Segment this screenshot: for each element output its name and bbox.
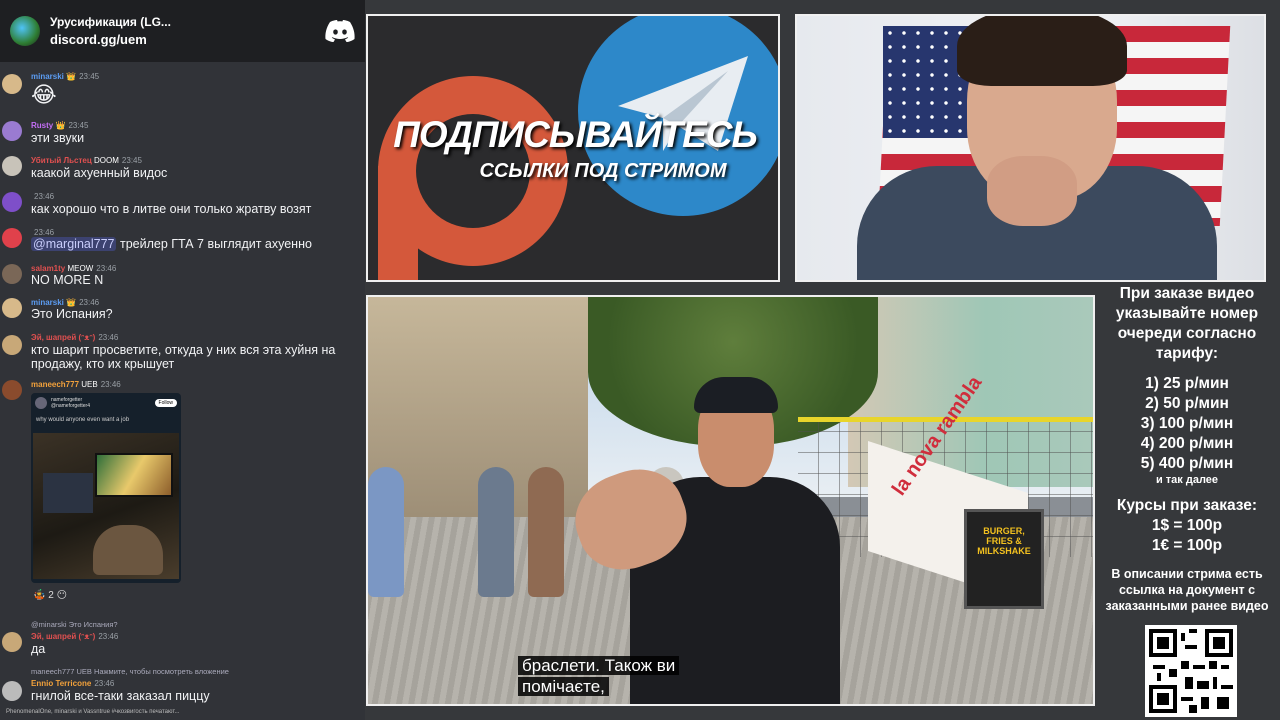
avatar (2, 335, 22, 355)
promo-banner: ПОДПИСЫВАЙТЕСЬ ССЫЛКИ ПОД СТРИМОМ (366, 14, 780, 282)
avatar (2, 74, 22, 94)
message-text: эти звуки (31, 131, 85, 145)
timestamp: 23:46 (34, 192, 55, 201)
reply-reference[interactable]: @minarski Это Испания? (31, 620, 118, 629)
avatar (2, 264, 22, 284)
timestamp: 23:46 (79, 298, 100, 307)
message-text: NO MORE N (31, 273, 104, 287)
tariff-item: 2) 50 р/мин (1145, 395, 1229, 412)
tariff-item: 3) 100 р/мин (1140, 415, 1234, 432)
tariff-item: 4) 200 р/мин (1140, 435, 1234, 452)
courses-title: Курсы при заказе: (1116, 497, 1258, 514)
timestamp: 23:45 (79, 72, 100, 81)
burger-sign: BURGER, FRIES & MILKSHAKE (964, 509, 1044, 609)
server-avatar (10, 16, 40, 46)
info-description: В описании стрима есть ссылка на докумен… (1105, 567, 1269, 613)
message-text: да (31, 642, 46, 656)
tweet-embed[interactable]: nameforgetter @nameforgetter4 Follow why … (31, 393, 181, 583)
timestamp: 23:46 (98, 632, 119, 641)
username[interactable]: salam1ty (31, 264, 65, 273)
timestamp: 23:46 (96, 264, 117, 273)
qr-code[interactable] (1145, 625, 1237, 717)
discord-chat-panel: Урусификация (LG... discord.gg/uem minar… (0, 0, 365, 720)
badge: 👑 (66, 298, 77, 307)
promo-subtitle: ССЫЛКИ ПОД СТРИМОМ (479, 160, 727, 182)
message-text: кто шарит просветите, откуда у них вся э… (31, 343, 336, 371)
message-text: каакой ахуенный видос (31, 166, 168, 180)
rate-item: 1$ = 100р (1151, 517, 1223, 534)
avatar (2, 156, 22, 176)
avatar (2, 632, 22, 652)
username[interactable]: minarski (31, 298, 64, 307)
rate-item: 1€ = 100р (1151, 537, 1223, 554)
username[interactable]: Ennio Terricone (31, 679, 91, 688)
avatar (2, 121, 22, 141)
embed-handle: @nameforgetter4 (51, 403, 90, 409)
message-text: как хорошо что в литве они только жратву… (31, 202, 312, 216)
info-heading-line: указывайте номер (1115, 305, 1259, 322)
user-mention[interactable]: @marginal777 (31, 237, 117, 251)
follow-button[interactable]: Follow (154, 399, 177, 407)
timestamp: 23:45 (121, 156, 142, 165)
avatar (2, 228, 22, 248)
tariff-item: 5) 400 р/мин (1140, 455, 1234, 472)
server-header[interactable]: Урусификация (LG... discord.gg/uem (0, 0, 365, 62)
discord-logo-icon (325, 20, 355, 42)
avatar (2, 380, 22, 400)
order-info: При заказе видео указывайте номер очеред… (1102, 284, 1272, 614)
server-name: Урусификация (LG... (50, 15, 171, 29)
reply-reference[interactable]: maneech777 UEB Нажмите, чтобы посмотреть… (31, 667, 229, 676)
badge: MEOW (67, 264, 94, 273)
exchange-rates: Курсы при заказе: 1$ = 100р 1€ = 100р (1102, 496, 1272, 556)
username[interactable]: Эй, шапрей (ᵔᴥᵔ) (31, 632, 95, 641)
info-heading-line: тарифу: (1155, 345, 1219, 362)
info-heading-line: При заказе видео (1119, 285, 1255, 302)
timestamp: 23:46 (100, 380, 121, 389)
badge: 👑 (55, 121, 66, 130)
video-subtitles: браслети. Також ви помічаєте, (518, 655, 898, 697)
webcam-feed (795, 14, 1266, 282)
avatar (2, 192, 22, 212)
avatar (2, 298, 22, 318)
tariff-list: 1) 25 р/мин 2) 50 р/мин 3) 100 р/мин 4) … (1102, 374, 1272, 486)
badge: UEB (81, 380, 98, 389)
embed-avatar (35, 397, 47, 409)
timestamp: 23:45 (68, 121, 89, 130)
timestamp: 23:46 (98, 333, 119, 342)
embed-image[interactable] (33, 433, 179, 579)
avatar (2, 681, 22, 701)
username[interactable]: maneech777 (31, 380, 79, 389)
promo-title: ПОДПИСЫВАЙТЕСЬ (393, 114, 757, 155)
typing-indicator: PhenomenalOne, minarski и Vassntrue #чко… (6, 709, 180, 715)
tariff-more: и так далее (1155, 474, 1219, 486)
message-text: гнилой все-таки заказал пиццу (31, 689, 210, 703)
username[interactable]: Эй, шапрей (ᵔᴥᵔ) (31, 333, 95, 342)
embed-text: why would anyone even want a job (36, 417, 130, 423)
badge: DOOM (94, 156, 119, 165)
server-invite-link[interactable]: discord.gg/uem (50, 32, 325, 47)
message-reactions[interactable]: 🤹 2 😶 (33, 590, 67, 601)
timestamp: 23:46 (34, 228, 55, 237)
username[interactable]: Убитый Льстец (31, 156, 92, 165)
username[interactable]: Rusty (31, 121, 53, 130)
message-text: 😂 (31, 82, 57, 107)
timestamp: 23:46 (94, 679, 115, 688)
main-video[interactable]: la nova rambla BURGER, FRIES & MILKSHAKE… (366, 295, 1095, 706)
badge: 👑 (66, 72, 77, 81)
info-heading-line: очереди согласно (1117, 325, 1257, 342)
username[interactable]: minarski (31, 72, 64, 81)
qr-code-icon (1149, 629, 1233, 713)
message-text: трейлер ГТА 7 выглядит ахуенно (119, 237, 312, 251)
tariff-item: 1) 25 р/мин (1145, 375, 1229, 392)
message-text: Это Испания? (31, 307, 113, 321)
